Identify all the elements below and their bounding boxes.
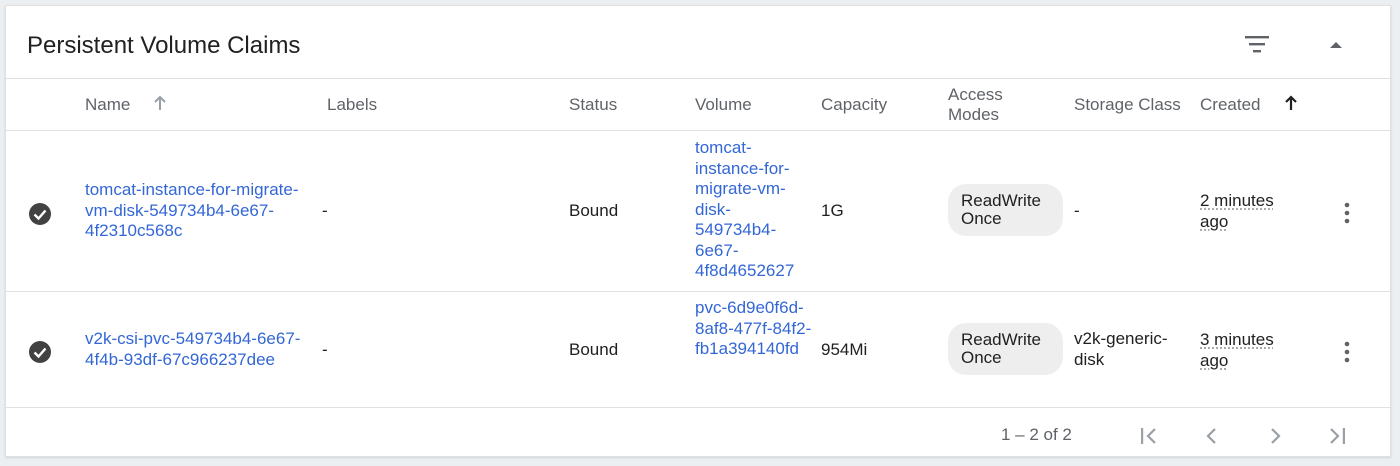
column-header-status[interactable]: Status [569, 95, 617, 115]
storage-class-value: v2k-generic-disk [1074, 329, 1168, 369]
card-title: Persistent Volume Claims [27, 32, 301, 59]
chevron-right-icon[interactable] [1263, 424, 1287, 453]
pagination-range: 1 – 2 of 2 [1001, 425, 1072, 444]
labels-value: - [322, 340, 328, 359]
header-divider [6, 78, 1390, 79]
access-mode-label: ReadWrite Once [961, 330, 1041, 367]
check-circle-icon [28, 202, 52, 231]
created-time: 2 minutes ago [1200, 191, 1274, 231]
arrow-drop-up-icon[interactable] [1328, 37, 1344, 55]
check-circle-icon [28, 340, 52, 369]
more-vert-icon[interactable] [1340, 340, 1354, 369]
filter-list-icon[interactable] [1244, 33, 1270, 60]
row-divider [6, 291, 1390, 292]
capacity-value: 1G [821, 201, 844, 220]
chevron-left-icon[interactable] [1200, 424, 1224, 453]
created-value: 3 minutes ago [1200, 330, 1300, 371]
labels-value: - [322, 201, 328, 220]
volume-link[interactable]: pvc-6d9e0f6d-8af8-477f-84f2-fb1a394140fd [695, 298, 813, 360]
arrow-upward-icon[interactable] [1283, 95, 1299, 118]
pvc-name-link[interactable]: v2k-csi-pvc-549734b4-6e67-4f4b-93df-67c9… [85, 329, 317, 370]
volume-link[interactable]: tomcat-instance-for-migrate-vm-disk-5497… [695, 138, 811, 282]
column-header-name[interactable]: Name [85, 95, 130, 115]
table-bottom-divider [6, 407, 1390, 408]
arrow-upward-icon[interactable] [152, 95, 168, 118]
capacity-value: 954Mi [821, 340, 868, 359]
more-vert-icon[interactable] [1340, 201, 1354, 230]
access-mode-chip: ReadWrite Once [948, 323, 1063, 375]
header-row-divider [6, 130, 1390, 131]
column-header-labels: Labels [327, 95, 378, 114]
column-header-created[interactable]: Created [1200, 95, 1260, 115]
status-value: Bound [569, 340, 619, 359]
status-value: Bound [569, 201, 619, 220]
column-header-capacity[interactable]: Capacity [821, 95, 887, 115]
first-page-icon[interactable] [1137, 424, 1161, 453]
created-time: 3 minutes ago [1200, 330, 1274, 370]
pvc-name-link[interactable]: tomcat-instance-for-migrate-vm-disk-5497… [85, 180, 315, 242]
access-mode-label: ReadWrite Once [961, 191, 1041, 228]
last-page-icon[interactable] [1325, 424, 1349, 453]
created-value: 2 minutes ago [1200, 191, 1300, 232]
column-header-volume[interactable]: Volume [695, 95, 752, 115]
column-header-storage-class[interactable]: Storage Class [1074, 95, 1181, 115]
pvc-card: Persistent Volume Claims Name Labels Sta… [5, 5, 1391, 457]
column-header-access-modes: Access Modes [948, 85, 1003, 124]
access-mode-chip: ReadWrite Once [948, 184, 1063, 236]
storage-class-value: - [1074, 201, 1080, 220]
